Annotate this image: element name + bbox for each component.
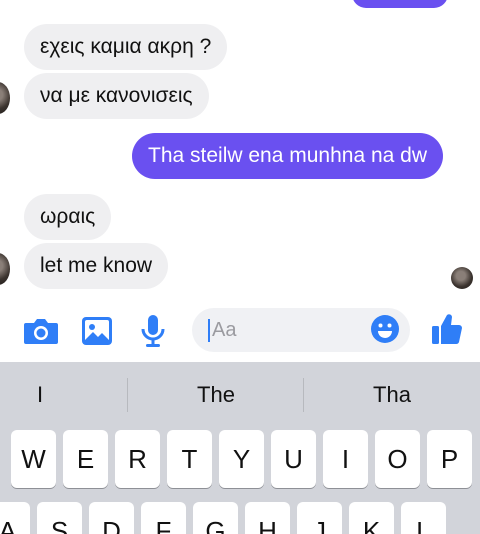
- key-w[interactable]: W: [11, 430, 56, 488]
- key-y[interactable]: Y: [219, 430, 264, 488]
- key-e[interactable]: E: [63, 430, 108, 488]
- suggestion-item[interactable]: I: [0, 362, 80, 428]
- photo-icon[interactable]: [78, 312, 116, 350]
- key-o[interactable]: O: [375, 430, 420, 488]
- key-g[interactable]: G: [193, 502, 238, 534]
- keyboard: I The Tha W E R T Y U I O P A S D F G H …: [0, 362, 480, 534]
- key-s[interactable]: S: [37, 502, 82, 534]
- read-receipt-avatar: [451, 267, 473, 289]
- key-a[interactable]: A: [0, 502, 30, 534]
- suggestion-item[interactable]: The: [128, 362, 304, 428]
- message-bubble-incoming: να με κανονισεις: [24, 73, 209, 119]
- microphone-icon[interactable]: [134, 312, 172, 350]
- message-composer: Aa: [0, 300, 480, 362]
- thumbs-up-icon[interactable]: [428, 310, 466, 348]
- text-cursor: [208, 319, 210, 342]
- key-h[interactable]: H: [245, 502, 290, 534]
- key-u[interactable]: U: [271, 430, 316, 488]
- key-d[interactable]: D: [89, 502, 134, 534]
- key-t[interactable]: T: [167, 430, 212, 488]
- message-input-placeholder: Aa: [212, 319, 237, 341]
- previous-message-bubble: [352, 0, 448, 8]
- chat-thread: εχεις καμια ακρη ? να με κανονισεις Tha …: [0, 0, 480, 300]
- suggestion-item[interactable]: Tha: [304, 362, 480, 428]
- emoji-icon[interactable]: [370, 314, 400, 344]
- message-bubble-incoming: ωραις: [24, 194, 112, 240]
- message-bubble-incoming: let me know: [24, 243, 169, 289]
- camera-icon[interactable]: [22, 312, 60, 350]
- message-input[interactable]: Aa: [192, 308, 410, 352]
- key-j[interactable]: J: [297, 502, 342, 534]
- contact-avatar[interactable]: [0, 253, 10, 285]
- key-k[interactable]: K: [349, 502, 394, 534]
- key-p[interactable]: P: [427, 430, 472, 488]
- contact-avatar[interactable]: [0, 82, 10, 114]
- key-l[interactable]: L: [401, 502, 446, 534]
- predictive-text-bar: I The Tha: [0, 362, 480, 428]
- key-r[interactable]: R: [115, 430, 160, 488]
- message-bubble-incoming: εχεις καμια ακρη ?: [24, 24, 228, 70]
- message-bubble-outgoing: Tha steilw ena munhna na dw: [132, 133, 443, 179]
- key-f[interactable]: F: [141, 502, 186, 534]
- key-i[interactable]: I: [323, 430, 368, 488]
